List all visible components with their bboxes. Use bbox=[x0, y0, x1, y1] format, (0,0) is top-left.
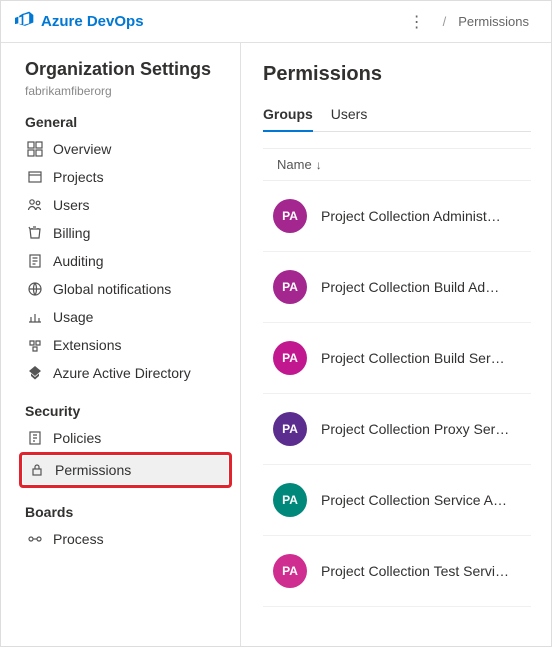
nav-label: Projects bbox=[53, 169, 104, 185]
group-row[interactable]: PA Project Collection Build Ser… bbox=[263, 323, 531, 394]
tab-users[interactable]: Users bbox=[331, 100, 368, 132]
avatar: PA bbox=[273, 199, 307, 233]
section-boards-title: Boards bbox=[25, 504, 234, 520]
nav-label: Users bbox=[53, 197, 90, 213]
main-content: Permissions Groups Users Name ↓ PA Projec… bbox=[241, 43, 551, 646]
nav-label: Auditing bbox=[53, 253, 104, 269]
tabs: Groups Users bbox=[263, 100, 531, 132]
sidebar-item-usage[interactable]: Usage bbox=[25, 303, 234, 331]
breadcrumb-separator: / bbox=[443, 14, 447, 29]
org-name[interactable]: fabrikamfiberorg bbox=[25, 84, 234, 98]
sidebar-title: Organization Settings bbox=[25, 59, 234, 80]
nav-label: Extensions bbox=[53, 337, 121, 353]
sidebar: Organization Settings fabrikamfiberorg G… bbox=[1, 43, 241, 646]
group-row[interactable]: PA Project Collection Build Ad… bbox=[263, 252, 531, 323]
breadcrumb: ⋮ / Permissions bbox=[405, 12, 543, 32]
sidebar-item-process[interactable]: Process bbox=[25, 525, 234, 553]
topbar: Azure DevOps ⋮ / Permissions bbox=[1, 1, 551, 43]
nav-label: Azure Active Directory bbox=[53, 365, 191, 381]
lock-icon bbox=[29, 462, 45, 478]
aad-icon bbox=[27, 365, 43, 381]
group-row[interactable]: PA Project Collection Service A… bbox=[263, 465, 531, 536]
globe-icon bbox=[27, 281, 43, 297]
group-name: Project Collection Build Ser… bbox=[321, 350, 505, 366]
sidebar-item-projects[interactable]: Projects bbox=[25, 163, 234, 191]
brand-name: Azure DevOps bbox=[41, 13, 144, 30]
avatar: PA bbox=[273, 554, 307, 588]
projects-icon bbox=[27, 169, 43, 185]
sidebar-item-permissions[interactable]: Permissions bbox=[23, 456, 228, 484]
sidebar-item-notifications[interactable]: Global notifications bbox=[25, 275, 234, 303]
sidebar-item-aad[interactable]: Azure Active Directory bbox=[25, 359, 234, 387]
section-general-title: General bbox=[25, 114, 234, 130]
sidebar-item-extensions[interactable]: Extensions bbox=[25, 331, 234, 359]
sidebar-item-policies[interactable]: Policies bbox=[25, 424, 234, 452]
group-name: Project Collection Proxy Ser… bbox=[321, 421, 509, 437]
group-name: Project Collection Test Servi… bbox=[321, 563, 509, 579]
nav-label: Usage bbox=[53, 309, 93, 325]
group-row[interactable]: PA Project Collection Test Servi… bbox=[263, 536, 531, 607]
group-row[interactable]: PA Project Collection Proxy Ser… bbox=[263, 394, 531, 465]
nav-label: Billing bbox=[53, 225, 90, 241]
avatar: PA bbox=[273, 483, 307, 517]
avatar: PA bbox=[273, 341, 307, 375]
extensions-icon bbox=[27, 337, 43, 353]
column-header-name[interactable]: Name ↓ bbox=[263, 148, 531, 181]
group-name: Project Collection Build Ad… bbox=[321, 279, 499, 295]
billing-icon bbox=[27, 225, 43, 241]
tab-groups[interactable]: Groups bbox=[263, 100, 313, 132]
avatar: PA bbox=[273, 412, 307, 446]
breadcrumb-current[interactable]: Permissions bbox=[458, 14, 529, 29]
sidebar-item-users[interactable]: Users bbox=[25, 191, 234, 219]
nav-label: Policies bbox=[53, 430, 101, 446]
nav-label: Permissions bbox=[55, 462, 131, 478]
brand-logo[interactable]: Azure DevOps bbox=[9, 10, 150, 34]
auditing-icon bbox=[27, 253, 43, 269]
overview-icon bbox=[27, 141, 43, 157]
sidebar-item-billing[interactable]: Billing bbox=[25, 219, 234, 247]
nav-label: Overview bbox=[53, 141, 111, 157]
group-row[interactable]: PA Project Collection Administ… bbox=[263, 181, 531, 252]
group-name: Project Collection Service A… bbox=[321, 492, 507, 508]
sort-arrow-icon: ↓ bbox=[316, 158, 322, 172]
breadcrumb-more-icon[interactable]: ⋮ bbox=[405, 12, 431, 32]
groups-list: PA Project Collection Administ… PA Project … bbox=[263, 181, 531, 607]
section-security-title: Security bbox=[25, 403, 234, 419]
policies-icon bbox=[27, 430, 43, 446]
sidebar-item-overview[interactable]: Overview bbox=[25, 135, 234, 163]
nav-label: Global notifications bbox=[53, 281, 171, 297]
process-icon bbox=[27, 531, 43, 547]
nav-label: Process bbox=[53, 531, 104, 547]
azure-devops-icon bbox=[15, 10, 35, 34]
column-header-label: Name bbox=[277, 157, 312, 172]
users-icon bbox=[27, 197, 43, 213]
sidebar-item-auditing[interactable]: Auditing bbox=[25, 247, 234, 275]
highlight-permissions: Permissions bbox=[19, 452, 232, 488]
usage-icon bbox=[27, 309, 43, 325]
avatar: PA bbox=[273, 270, 307, 304]
page-title: Permissions bbox=[263, 63, 531, 86]
group-name: Project Collection Administ… bbox=[321, 208, 501, 224]
